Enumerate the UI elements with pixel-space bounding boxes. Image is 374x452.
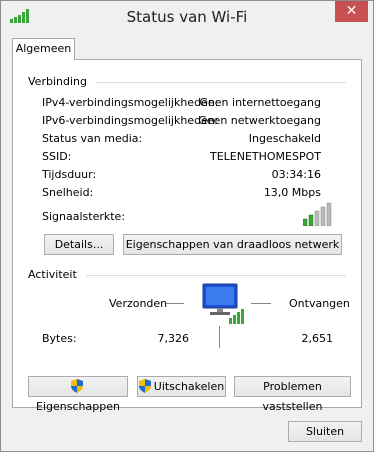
diagnose-button[interactable]: Problemen vaststellen (234, 376, 351, 413)
sent-line (166, 303, 184, 304)
title-bar[interactable]: Status van Wi-Fi ✕ (1, 1, 373, 32)
duration-label: Tijdsduur: (42, 168, 97, 181)
close-window-button[interactable]: ✕ (335, 1, 368, 22)
media-status-label: Status van media: (42, 132, 143, 145)
properties-button-label: Eigenschappen (36, 400, 120, 413)
bytes-divider (219, 326, 220, 348)
section-activity-heading: Activiteit (28, 268, 77, 281)
ipv4-label: IPv4-verbindingsmogelijkheden: (42, 96, 219, 109)
section-connection-heading: Verbinding (28, 75, 87, 88)
duration-value: 03:34:16 (271, 168, 321, 181)
wireless-properties-button[interactable]: Eigenschappen van draadloos netwerk (123, 234, 342, 255)
general-panel: Verbinding IPv4-verbindingsmogelijkheden… (12, 59, 362, 413)
close-icon: ✕ (345, 3, 358, 19)
wifi-status-dialog: Status van Wi-Fi ✕ Algemeen Verbinding I… (0, 0, 374, 452)
network-computer-icon (202, 283, 244, 324)
properties-button[interactable]: Eigenschappen (28, 376, 128, 413)
shield-icon (138, 379, 151, 393)
signal-strength-label: Signaalsterkte: (42, 210, 126, 223)
shield-icon (70, 379, 83, 393)
ssid-label: SSID: (42, 150, 72, 163)
media-status-value: Ingeschakeld (248, 132, 321, 145)
details-button[interactable]: Details... (44, 234, 114, 255)
bytes-sent-value: 7,326 (157, 332, 190, 345)
bytes-received-value: 2,651 (301, 332, 334, 345)
ipv4-value: Geen internettoegang (199, 96, 321, 109)
bytes-label: Bytes: (42, 332, 77, 345)
disable-button-label: Uitschakelen (153, 380, 225, 393)
signal-strength-icon (303, 202, 332, 226)
window-title: Status van Wi-Fi (126, 8, 248, 26)
speed-value: 13,0 Mbps (263, 186, 321, 199)
sent-label: Verzonden (109, 297, 168, 310)
tab-general[interactable]: Algemeen (12, 38, 75, 60)
ipv6-label: IPv6-verbindingsmogelijkheden: (42, 114, 219, 127)
section-divider (96, 82, 346, 83)
disable-button[interactable]: Uitschakelen (137, 376, 226, 397)
speed-label: Snelheid: (42, 186, 94, 199)
ssid-value: TELENETHOMESPOT (209, 150, 321, 163)
close-button[interactable]: Sluiten (288, 421, 362, 442)
received-line (251, 303, 271, 304)
ipv6-value: Geen netwerktoegang (198, 114, 321, 127)
section-divider (86, 275, 346, 276)
received-label: Ontvangen (289, 297, 350, 310)
